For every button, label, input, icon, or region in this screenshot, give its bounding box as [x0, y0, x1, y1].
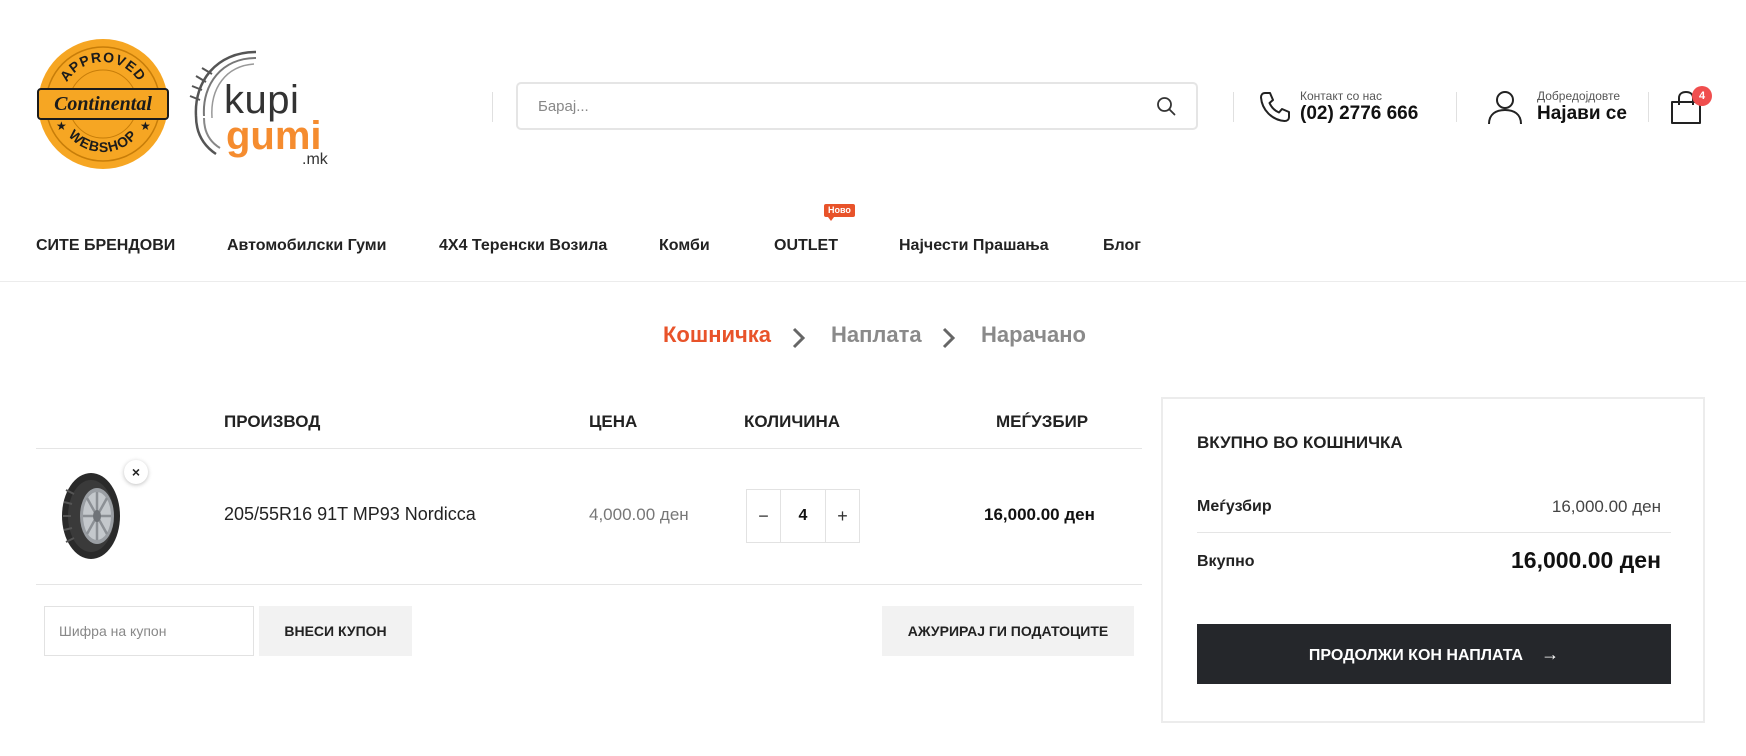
new-badge: Ново	[824, 204, 855, 221]
logo-domain-text: .mk	[302, 151, 328, 168]
nav-item-4x4[interactable]: 4X4 Теренски Возила	[439, 237, 607, 255]
search-box	[516, 82, 1198, 130]
column-header-price: ЦЕНА	[589, 412, 638, 431]
cart-button[interactable]: 4	[1668, 86, 1712, 126]
total-label: Вкупно	[1197, 553, 1255, 570]
header-divider	[1456, 92, 1457, 122]
contact-phone[interactable]: (02) 2776 666	[1300, 103, 1418, 125]
quantity-stepper: − 4 +	[746, 489, 860, 543]
cart-count-badge: 4	[1692, 86, 1712, 106]
apply-coupon-button[interactable]: ВНЕСИ КУПОН	[259, 606, 412, 656]
update-cart-button[interactable]: АЖУРИРАЈ ГИ ПОДАТОЦИТЕ	[882, 606, 1134, 656]
remove-item-button[interactable]: ×	[124, 460, 148, 484]
arrow-right-icon: →	[1541, 644, 1560, 664]
continental-approved-logo[interactable]: APPROVED Continental WEBSHOP ★ ★	[36, 37, 170, 171]
nav-item-faq[interactable]: Најчести Прашања	[899, 237, 1049, 255]
main-navigation: СИТЕ БРЕНДОВИ Автомобилски Гуми 4X4 Тере…	[0, 200, 1746, 282]
tyre-product-image[interactable]	[56, 470, 126, 562]
subtotal-label: Меѓузбир	[1197, 498, 1272, 515]
coupon-code-input[interactable]	[44, 606, 254, 656]
table-divider	[36, 448, 1142, 449]
product-name-link[interactable]: 205/55R16 91T MP93 Nordicca	[224, 504, 476, 525]
nav-item-van[interactable]: Комби	[659, 237, 710, 255]
search-input[interactable]	[538, 84, 1128, 128]
welcome-label: Добредојдовте	[1537, 89, 1621, 103]
chevron-right-icon	[942, 327, 956, 349]
step-ordered[interactable]: Нарачано	[981, 322, 1086, 348]
approved-seal-icon: APPROVED Continental WEBSHOP ★ ★	[37, 39, 169, 169]
step-checkout[interactable]: Наплата	[831, 322, 922, 348]
cart-totals-title: ВКУПНО ВО КОШНИЧКА	[1197, 433, 1403, 452]
checkout-button-label: ПРОДОЛЖИ КОН НАПЛАТА	[1308, 647, 1524, 664]
logo-gumi-text: gumi	[226, 114, 322, 158]
proceed-to-checkout-button[interactable]: ПРОДОЛЖИ КОН НАПЛАТА →	[1197, 624, 1671, 684]
subtotal-value: 16,000.00 ден	[1551, 497, 1661, 516]
total-value: 16,000.00 ден	[1511, 547, 1661, 573]
column-header-product: ПРОИЗВОД	[224, 412, 321, 431]
quantity-increase-button[interactable]: +	[825, 490, 859, 542]
checkout-steps: Кошничка Наплата Нарачано	[0, 318, 1746, 354]
cart-totals-box: ВКУПНО ВО КОШНИЧКА Меѓузбир 16,000.00 де…	[1161, 397, 1705, 723]
contact-label: Контакт со нас	[1300, 89, 1382, 103]
table-divider	[36, 584, 1142, 585]
header-divider	[1233, 92, 1234, 122]
seal-brand-text: Continental	[54, 93, 152, 115]
quantity-input[interactable]: 4	[781, 490, 825, 542]
nav-item-car-tyres[interactable]: Автомобилски Гуми	[227, 237, 386, 255]
search-icon[interactable]	[1156, 96, 1176, 116]
chevron-right-icon	[792, 327, 806, 349]
phone-icon	[1260, 92, 1290, 122]
product-subtotal: 16,000.00 ден	[984, 505, 1095, 524]
svg-text:★: ★	[56, 119, 67, 133]
nav-item-all-brands[interactable]: СИТЕ БРЕНДОВИ	[36, 237, 175, 255]
header-divider	[1648, 92, 1649, 122]
svg-text:★: ★	[140, 119, 151, 133]
quantity-decrease-button[interactable]: −	[747, 490, 781, 542]
totals-divider	[1197, 532, 1671, 533]
header-divider	[492, 92, 493, 122]
login-link[interactable]: Најави се	[1537, 103, 1627, 125]
column-header-subtotal: МЕЃУЗБИР	[996, 412, 1089, 431]
step-cart[interactable]: Кошничка	[663, 322, 771, 348]
kupigumi-logo[interactable]: kupi gumi .mk	[186, 46, 336, 170]
column-header-quantity: КОЛИЧИНА	[744, 412, 841, 431]
product-price: 4,000.00 ден	[589, 505, 689, 524]
nav-item-outlet[interactable]: OUTLET	[774, 237, 838, 255]
user-icon	[1488, 91, 1522, 125]
nav-item-blog[interactable]: Блог	[1103, 237, 1141, 255]
